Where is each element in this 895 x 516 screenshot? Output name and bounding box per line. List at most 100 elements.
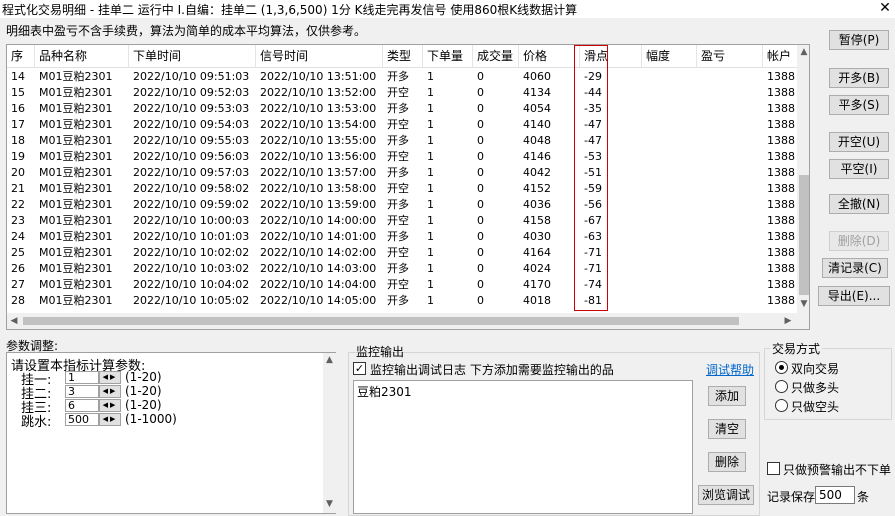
column-header-pnl[interactable]: 盈亏 (697, 45, 763, 67)
table-row[interactable]: 24 M01豆粕2301 2022/10/10 10:01:03 2022/10/10… (7, 229, 797, 245)
horizontal-scroll-thumb[interactable] (23, 317, 739, 325)
params-scroll-down-icon[interactable]: ▼ (323, 499, 336, 509)
close-short-button[interactable]: 平空(I) (829, 159, 889, 179)
cell-seq: 19 (11, 150, 25, 163)
cell-signal-time: 2022/10/10 14:01:00 (260, 230, 377, 243)
param-input[interactable]: 3 (65, 385, 99, 398)
radio-two-way[interactable] (775, 361, 788, 374)
cell-amplitude (642, 197, 697, 213)
param-spin-arrows-icon[interactable]: ◀▶ (99, 413, 121, 426)
horizontal-scrollbar[interactable]: ◀ ▶ (7, 313, 797, 329)
param-input[interactable]: 6 (65, 399, 99, 412)
scroll-corner (797, 313, 809, 329)
monitor-list-item[interactable]: 豆粕2301 (357, 383, 412, 400)
table-row[interactable]: 22 M01豆粕2301 2022/10/10 09:59:02 2022/10/10… (7, 197, 797, 213)
cancel-all-button[interactable]: 全撤(N) (829, 194, 889, 214)
cell-qty: 1 (427, 294, 434, 307)
cell-filled: 0 (477, 86, 484, 99)
table-row[interactable]: 28 M01豆粕2301 2022/10/10 10:05:02 2022/10/10… (7, 293, 797, 309)
cell-type: 开多 (387, 230, 409, 243)
monitor-label: 监控输出 (356, 345, 405, 359)
table-row[interactable]: 25 M01豆粕2301 2022/10/10 10:02:02 2022/10/10… (7, 245, 797, 261)
radio-short-only[interactable] (775, 399, 788, 412)
cell-pnl (697, 85, 763, 101)
cell-filled: 0 (477, 182, 484, 195)
delete-button[interactable]: 删除(D) (829, 231, 889, 251)
open-long-button[interactable]: 开多(B) (829, 68, 889, 88)
vertical-scrollbar[interactable]: ▲ ▼ (797, 45, 809, 313)
browse-debug-button[interactable]: 浏览调试 (698, 485, 754, 505)
scroll-right-icon[interactable]: ▶ (781, 316, 795, 326)
export-button[interactable]: 导出(E)... (818, 286, 890, 306)
param-input[interactable]: 500 (65, 413, 99, 426)
column-header-type[interactable]: 类型 (383, 45, 423, 67)
cell-type: 开空 (387, 86, 409, 99)
table-row[interactable]: 14 M01豆粕2301 2022/10/10 09:51:03 2022/10/10… (7, 69, 797, 85)
column-header-signal-time[interactable]: 信号时间 (256, 45, 383, 67)
param-spin-arrows-icon[interactable]: ◀▶ (99, 399, 121, 412)
cell-pnl (697, 197, 763, 213)
cell-type: 开多 (387, 102, 409, 115)
vertical-scroll-thumb[interactable] (799, 175, 809, 295)
cell-signal-time: 2022/10/10 13:54:00 (260, 118, 377, 131)
scroll-up-icon[interactable]: ▲ (797, 47, 809, 57)
column-header-filled[interactable]: 成交量 (473, 45, 519, 67)
params-scrollbar[interactable]: ▲ ▼ (323, 353, 336, 513)
monitor-delete-button[interactable]: 删除 (708, 452, 746, 472)
cell-qty: 1 (427, 102, 434, 115)
notice-text: 明细表中盈亏不含手续费，算法为简单的成本平均算法，仅供参考。 (6, 24, 367, 38)
cell-name: M01豆粕2301 (39, 134, 113, 147)
monitor-debug-checkbox[interactable]: ✓ (353, 362, 366, 375)
debug-help-link[interactable]: 调试帮助 (706, 361, 754, 378)
cell-filled: 0 (477, 294, 484, 307)
cell-amplitude (642, 85, 697, 101)
table-row[interactable]: 23 M01豆粕2301 2022/10/10 10:00:03 2022/10/10… (7, 213, 797, 229)
cell-seq: 14 (11, 70, 25, 83)
cell-pnl (697, 293, 763, 309)
param-spin-arrows-icon[interactable]: ◀▶ (99, 385, 121, 398)
cell-qty: 1 (427, 198, 434, 211)
clear-records-button[interactable]: 清记录(C) (822, 258, 888, 278)
column-header-name[interactable]: 品种名称 (35, 45, 129, 67)
cell-filled: 0 (477, 102, 484, 115)
close-long-button[interactable]: 平多(S) (829, 95, 889, 115)
params-scroll-up-icon[interactable]: ▲ (323, 355, 336, 365)
monitor-list[interactable]: 豆粕2301 (353, 380, 693, 514)
alert-only-checkbox[interactable] (767, 462, 780, 475)
cell-filled: 0 (477, 118, 484, 131)
table-row[interactable]: 26 M01豆粕2301 2022/10/10 10:03:02 2022/10/10… (7, 261, 797, 277)
column-header-amplitude[interactable]: 幅度 (642, 45, 697, 67)
scroll-down-icon[interactable]: ▼ (797, 299, 809, 309)
cell-price: 4140 (523, 118, 551, 131)
column-header-seq[interactable]: 序 (7, 45, 35, 67)
cell-amplitude (642, 133, 697, 149)
radio-long-only[interactable] (775, 380, 788, 393)
cell-signal-time: 2022/10/10 14:00:00 (260, 214, 377, 227)
cell-type: 开多 (387, 134, 409, 147)
param-input[interactable]: 1 (65, 371, 99, 384)
table-row[interactable]: 17 M01豆粕2301 2022/10/10 09:54:03 2022/10/10… (7, 117, 797, 133)
column-header-qty[interactable]: 下单量 (423, 45, 473, 67)
record-save-input[interactable]: 500 (815, 486, 855, 504)
scroll-left-icon[interactable]: ◀ (7, 316, 21, 326)
table-row[interactable]: 16 M01豆粕2301 2022/10/10 09:53:03 2022/10/10… (7, 101, 797, 117)
cell-signal-time: 2022/10/10 13:55:00 (260, 134, 377, 147)
table-row[interactable]: 19 M01豆粕2301 2022/10/10 09:56:03 2022/10/10… (7, 149, 797, 165)
clear-button[interactable]: 清空 (708, 419, 746, 439)
table-row[interactable]: 27 M01豆粕2301 2022/10/10 10:04:02 2022/10/10… (7, 277, 797, 293)
table-row[interactable]: 15 M01豆粕2301 2022/10/10 09:52:03 2022/10/10… (7, 85, 797, 101)
column-header-price[interactable]: 价格 (519, 45, 580, 67)
pause-button[interactable]: 暂停(P) (829, 30, 889, 50)
column-header-order-time[interactable]: 下单时间 (129, 45, 256, 67)
add-button[interactable]: 添加 (708, 386, 746, 406)
table-row[interactable]: 21 M01豆粕2301 2022/10/10 09:58:02 2022/10/10… (7, 181, 797, 197)
cell-price: 4018 (523, 294, 551, 307)
cell-seq: 17 (11, 118, 25, 131)
close-icon[interactable]: ✕ (878, 0, 892, 16)
param-spin-arrows-icon[interactable]: ◀▶ (99, 371, 121, 384)
cell-type: 开空 (387, 182, 409, 195)
table-row[interactable]: 18 M01豆粕2301 2022/10/10 09:55:03 2022/10/10… (7, 133, 797, 149)
table-row[interactable]: 20 M01豆粕2301 2022/10/10 09:57:03 2022/10/10… (7, 165, 797, 181)
open-short-button[interactable]: 开空(U) (829, 132, 889, 152)
cell-qty: 1 (427, 70, 434, 83)
